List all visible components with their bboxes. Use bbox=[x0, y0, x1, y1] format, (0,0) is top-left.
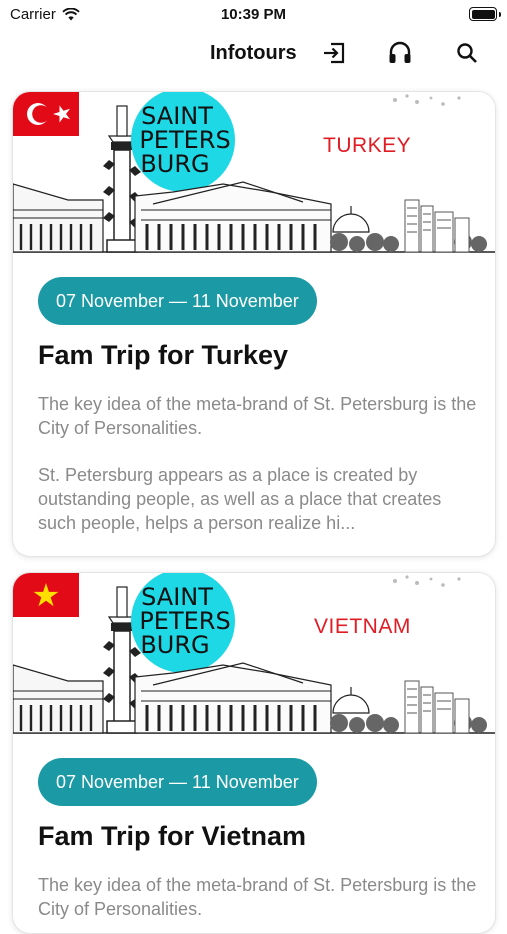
date-range-badge: 07 November — 11 November bbox=[38, 758, 317, 806]
search-icon[interactable] bbox=[452, 38, 482, 68]
country-label: VIETNAM bbox=[314, 615, 411, 638]
turkey-flag-icon bbox=[13, 92, 79, 136]
vietnam-flag-icon bbox=[13, 573, 79, 617]
tour-banner-image: VIETNAM bbox=[13, 573, 495, 735]
navigation-bar: Infotours bbox=[0, 30, 507, 76]
tour-banner-image: TURKEY bbox=[13, 92, 495, 254]
card-description: The key idea of the meta-brand of St. Pe… bbox=[38, 873, 478, 933]
description-paragraph: The key idea of the meta-brand of St. Pe… bbox=[38, 875, 477, 919]
tour-card[interactable]: TURKEY 07 November — 11 November Fam Tri… bbox=[12, 91, 496, 557]
login-icon[interactable] bbox=[319, 38, 349, 68]
headphones-icon[interactable] bbox=[385, 38, 415, 68]
tour-card[interactable]: VIETNAM 07 November — 11 November Fam Tr… bbox=[12, 572, 496, 934]
status-bar: Carrier 10:39 PM bbox=[0, 0, 507, 28]
date-range-badge: 07 November — 11 November bbox=[38, 277, 317, 325]
description-paragraph: St. Petersburg appears as a place is cre… bbox=[38, 465, 442, 533]
battery-icon bbox=[469, 7, 501, 21]
nav-title: Infotours bbox=[210, 42, 297, 64]
card-title: Fam Trip for Turkey bbox=[38, 340, 289, 370]
card-title: Fam Trip for Vietnam bbox=[38, 821, 307, 851]
country-label: TURKEY bbox=[323, 134, 412, 157]
description-paragraph: The key idea of the meta-brand of St. Pe… bbox=[38, 394, 477, 438]
card-description: The key idea of the meta-brand of St. Pe… bbox=[38, 392, 478, 556]
status-time: 10:39 PM bbox=[220, 6, 287, 23]
